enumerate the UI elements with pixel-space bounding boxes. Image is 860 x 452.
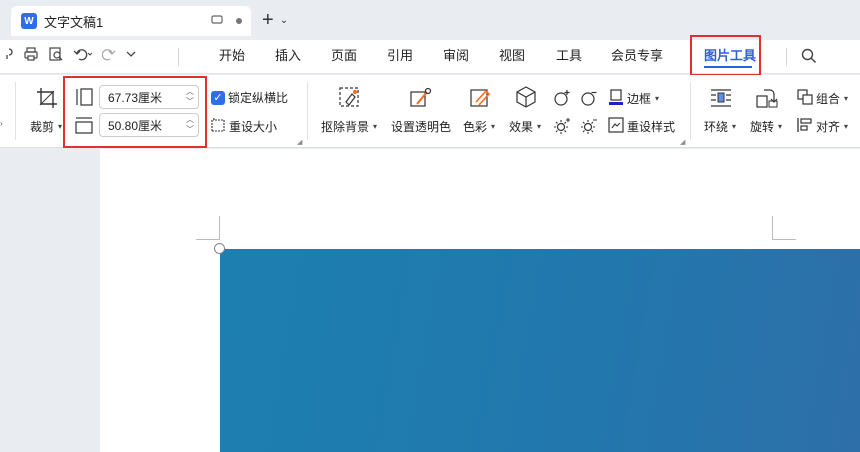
crop-icon[interactable] [36, 87, 58, 112]
tab-view[interactable]: 视图 [499, 40, 525, 74]
resize-handle-top-left[interactable] [214, 243, 225, 254]
tab-home[interactable]: 开始 [219, 40, 245, 74]
color-button[interactable]: 色彩 ▾ [463, 118, 495, 135]
effects-icon[interactable] [514, 85, 538, 112]
tab-review[interactable]: 审阅 [443, 40, 469, 74]
undo-icon[interactable] [73, 47, 93, 61]
document-title: 文字文稿1 [44, 14, 104, 30]
contrast-increase-icon[interactable] [553, 117, 571, 138]
align-icon [797, 117, 813, 136]
remove-background-icon[interactable] [338, 86, 362, 113]
group-icon [797, 89, 813, 108]
rotate-label: 旋转 [750, 120, 775, 134]
remove-background-button[interactable]: 抠除背景 ▾ [321, 118, 377, 135]
tab-insert[interactable]: 插入 [275, 40, 301, 74]
selected-image[interactable] [220, 249, 860, 452]
tab-references[interactable]: 引用 [387, 40, 413, 74]
effects-button[interactable]: 效果 ▾ [509, 118, 541, 135]
rotate-button[interactable]: 旋转 ▾ [750, 118, 782, 135]
border-label: 边框 [627, 92, 652, 106]
reset-style-label: 重设样式 [627, 120, 676, 134]
chevron-down-icon: ▾ [655, 94, 660, 103]
wps-logo-icon: W [21, 13, 37, 29]
rotate-icon[interactable] [755, 87, 779, 112]
chevron-down-icon: ▾ [844, 122, 849, 131]
new-tab-plus-icon[interactable]: + [262, 9, 274, 32]
chevron-down-icon: ▾ [778, 122, 783, 131]
size-highlight-box [63, 76, 207, 148]
chevron-down-icon: ▾ [732, 122, 737, 131]
chevron-down-icon: ▾ [373, 122, 378, 131]
transparent-color-icon[interactable] [409, 86, 433, 113]
color-label: 色彩 [463, 120, 488, 134]
group-button[interactable]: 组合 ▾ [797, 89, 848, 108]
more-dropdown-icon[interactable] [125, 49, 137, 59]
reset-style-button[interactable]: 重设样式 [608, 117, 675, 136]
group-label: 组合 [816, 92, 841, 106]
chevron-down-icon: ▾ [58, 122, 63, 131]
brightness-increase-icon[interactable] [553, 89, 571, 110]
document-tab[interactable]: W 文字文稿1 [11, 6, 251, 36]
color-icon[interactable] [469, 86, 493, 113]
border-icon [608, 89, 624, 108]
picture-tools-highlight [690, 35, 761, 76]
set-transparent-button[interactable]: 设置透明色 [391, 118, 451, 135]
reset-size-label: 重设大小 [229, 119, 278, 134]
page-corner-mark-right [772, 216, 796, 240]
align-label: 对齐 [816, 120, 841, 134]
reset-size-icon [211, 117, 226, 135]
brightness-decrease-icon[interactable] [580, 89, 598, 110]
reset-size-button[interactable]: 重设大小 [211, 117, 277, 135]
wrap-button[interactable]: 环绕 ▾ [704, 118, 736, 135]
print-icon[interactable] [23, 46, 39, 62]
adjust-dialog-launcher-icon[interactable]: ◢ [680, 138, 685, 146]
tab-page[interactable]: 页面 [331, 40, 357, 74]
redo-icon[interactable] [102, 47, 116, 61]
checkbox-checked-icon[interactable]: ✓ [211, 90, 225, 105]
link-icon[interactable] [4, 47, 14, 61]
remove-background-label: 抠除背景 [321, 120, 370, 134]
wrap-text-icon[interactable] [709, 87, 733, 112]
crop-button[interactable]: 裁剪 ▾ [30, 118, 62, 135]
align-button[interactable]: 对齐 ▾ [797, 117, 848, 136]
size-dialog-launcher-icon[interactable]: ◢ [297, 138, 302, 146]
lock-ratio-checkbox[interactable]: ✓ 锁定纵横比 [211, 89, 288, 106]
wrap-label: 环绕 [704, 120, 729, 134]
reset-style-icon [608, 117, 624, 136]
chevron-down-icon[interactable]: ⌄ [280, 15, 288, 26]
tab-member[interactable]: 会员专享 [611, 40, 663, 74]
contrast-decrease-icon[interactable] [580, 117, 598, 138]
search-icon[interactable] [801, 48, 817, 67]
screen-icon[interactable] [211, 14, 223, 28]
effects-label: 效果 [509, 120, 534, 134]
chevron-down-icon: ▾ [491, 122, 496, 131]
dot-icon[interactable] [235, 14, 243, 28]
title-bar: W 文字文稿1 + ⌄ [0, 0, 860, 40]
page-corner-mark-left [196, 216, 220, 240]
tab-tools[interactable]: 工具 [556, 40, 582, 74]
chevron-down-icon: ▾ [537, 122, 542, 131]
ribbon-left-caret-icon[interactable]: › [0, 119, 3, 128]
lock-ratio-label: 锁定纵横比 [228, 91, 289, 105]
print-preview-icon[interactable] [48, 46, 64, 62]
chevron-down-icon: ▾ [844, 94, 849, 103]
border-button[interactable]: 边框 ▾ [608, 89, 659, 108]
crop-label: 裁剪 [30, 120, 55, 134]
